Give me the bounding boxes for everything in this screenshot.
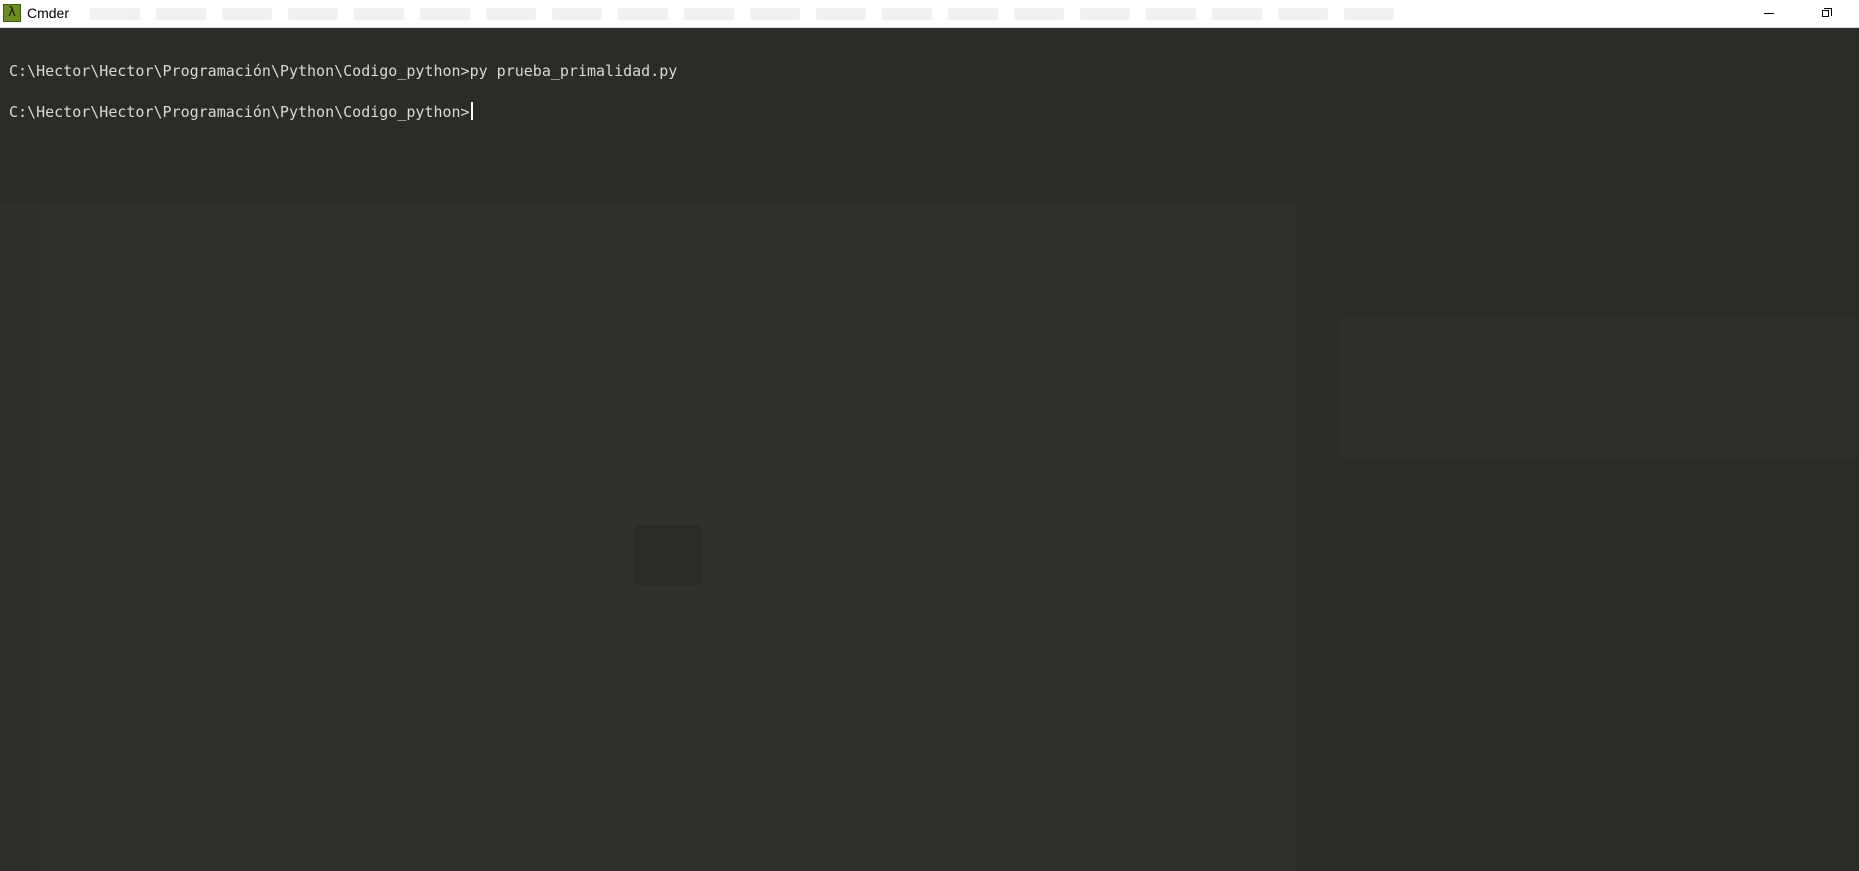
background-ghost-box xyxy=(633,525,703,585)
prompt-text: C:\Hector\Hector\Programación\Python\Cod… xyxy=(9,62,470,80)
minimize-icon xyxy=(1764,13,1774,14)
text-cursor xyxy=(470,102,473,120)
title-bar[interactable]: λ Cmder xyxy=(0,0,1859,28)
background-bleed xyxy=(90,8,1470,20)
terminal-line: C:\Hector\Hector\Programación\Python\Cod… xyxy=(9,62,677,81)
terminal-area[interactable]: C:\Hector\Hector\Programación\Python\Cod… xyxy=(0,28,1859,871)
background-ghost-right xyxy=(1340,318,1859,458)
restore-button[interactable] xyxy=(1804,0,1850,27)
terminal-line[interactable]: C:\Hector\Hector\Programación\Python\Cod… xyxy=(9,102,473,121)
cmder-window: λ Cmder C:\Hector\Hector\Programación\Py… xyxy=(0,0,1859,871)
window-title: Cmder xyxy=(27,5,70,21)
background-ghost-sidebar xyxy=(0,203,40,871)
lambda-icon[interactable]: λ xyxy=(3,4,21,22)
command-text: py prueba_primalidad.py xyxy=(469,62,678,80)
background-ghost-header xyxy=(0,132,1859,182)
minimize-button[interactable] xyxy=(1746,0,1792,27)
prompt-text: C:\Hector\Hector\Programación\Python\Cod… xyxy=(9,103,470,121)
restore-icon xyxy=(1822,8,1832,18)
